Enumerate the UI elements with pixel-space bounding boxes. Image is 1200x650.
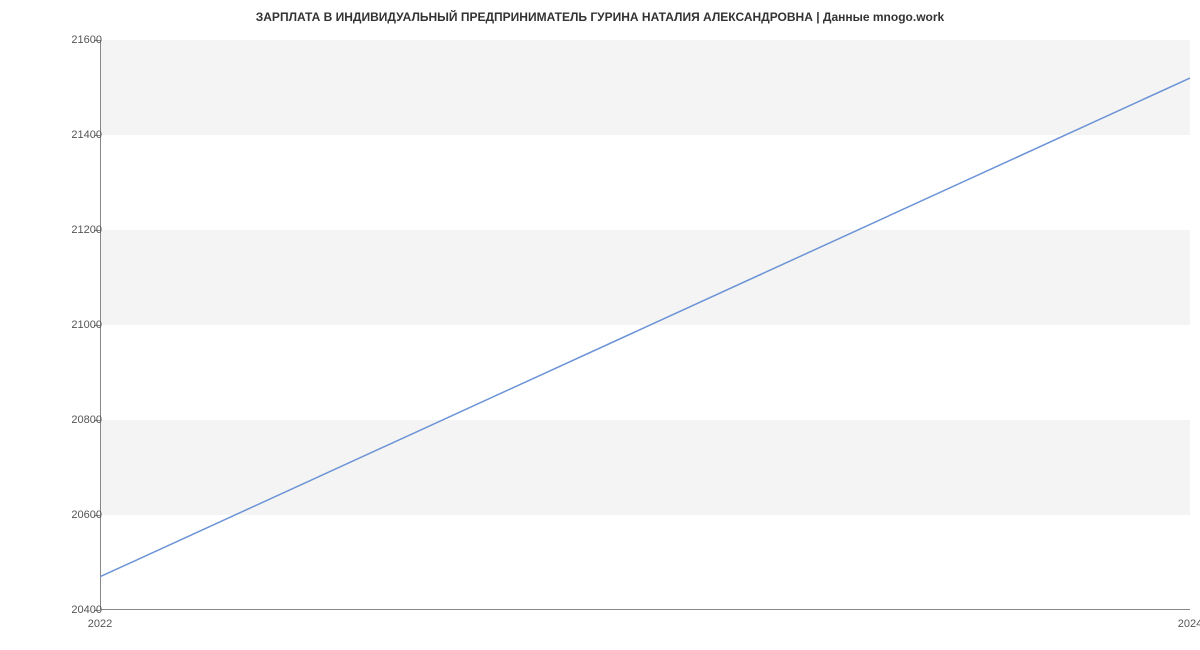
y-tick-label: 20400 (52, 604, 102, 616)
grid-band (100, 420, 1190, 515)
y-tick-label: 21200 (52, 224, 102, 236)
y-tick-label: 21000 (52, 319, 102, 331)
x-axis (100, 609, 1190, 610)
x-tick-label: 2022 (88, 618, 112, 630)
y-tick-label: 21600 (52, 34, 102, 46)
grid-band (100, 40, 1190, 135)
y-tick-label: 21400 (52, 129, 102, 141)
plot-area: 2022 2024 (100, 40, 1190, 610)
x-tick-label: 2024 (1178, 618, 1200, 630)
chart-title: ЗАРПЛАТА В ИНДИВИДУАЛЬНЫЙ ПРЕДПРИНИМАТЕЛ… (0, 10, 1200, 24)
y-tick-label: 20600 (52, 509, 102, 521)
y-tick-label: 20800 (52, 414, 102, 426)
grid-band (100, 230, 1190, 325)
